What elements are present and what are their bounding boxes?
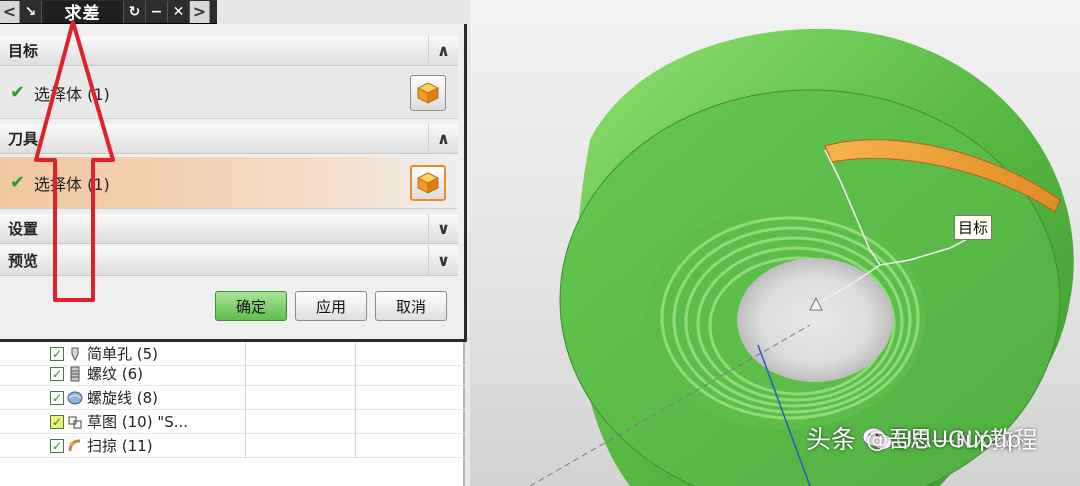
tree-row[interactable]: ✓ 螺纹 (6) [0,361,465,386]
part-navigator: ✓ 简单孔 (5) ✓ 螺纹 (6) ✓ 螺旋线 (8) ✓ 草图 (10) "… [0,341,465,486]
annotation-arrow [34,20,115,302]
tree-item-label: 螺旋线 (8) [87,389,159,407]
hole-icon [71,347,79,361]
sweep-icon [68,439,81,451]
watermark-source: 头条 [806,425,857,454]
visibility-checkbox[interactable]: ✓ [50,414,64,429]
nut-model [529,28,1074,486]
sketch-icon [68,416,82,428]
tree-row[interactable]: ✓ 草图 (10) "S... [0,409,465,434]
tree-item-label: 草图 (10) "S... [87,413,189,431]
visibility-checkbox[interactable]: ✓ [50,438,64,453]
graphics-viewport[interactable]: 目标 [470,0,1080,486]
visibility-checkbox[interactable]: ✓ [50,346,64,361]
visibility-checkbox[interactable]: ✓ [50,366,64,381]
watermark: 头条 @吾思UGupup [806,420,1021,456]
tree-item-label: 扫掠 (11) [87,437,153,455]
tree-item-label: 螺纹 (6) [87,365,144,383]
tree-row[interactable]: ✓ 扫掠 (11) [0,433,465,458]
thread-icon [70,366,80,381]
target-tooltip: 目标 [954,215,993,240]
visibility-checkbox[interactable]: ✓ [50,390,64,405]
watermark-author: @吾思UGupup [866,428,1021,453]
helix-icon [67,391,83,404]
tree-row[interactable]: ✓ 螺旋线 (8) [0,385,465,410]
